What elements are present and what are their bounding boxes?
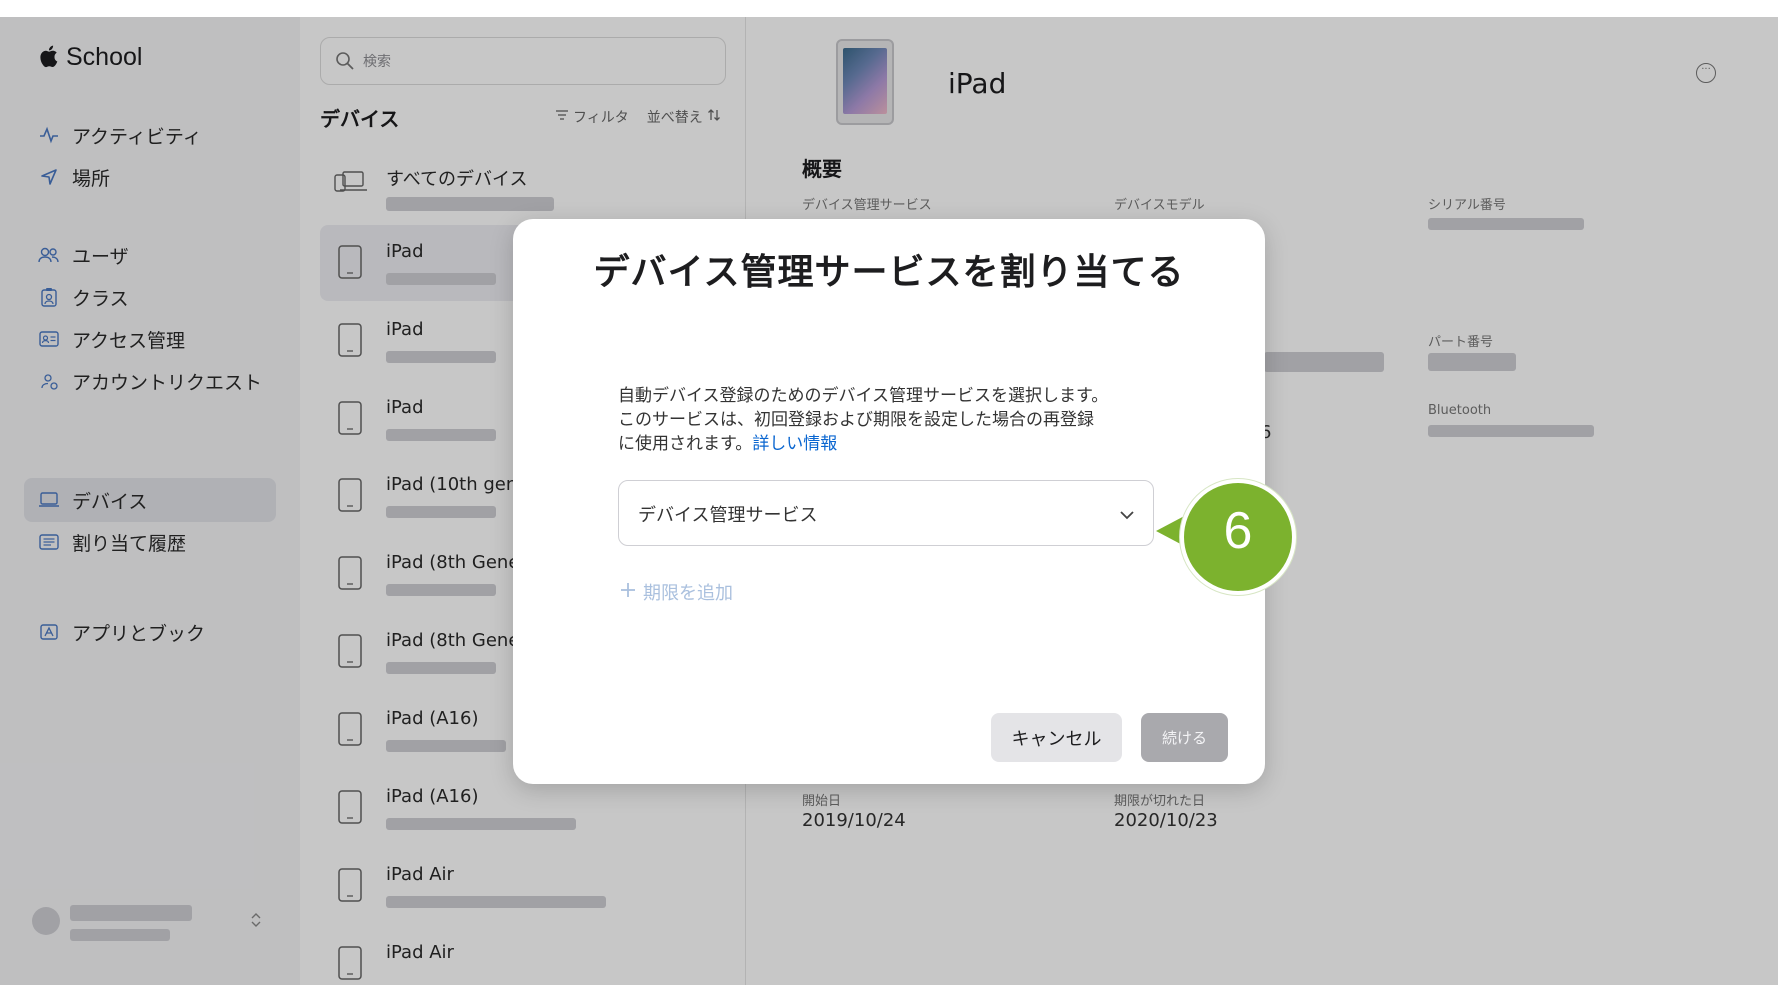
- app-window: School アクティビティ 場所 ユーザ クラス アクセス管理 アカウントリク…: [0, 17, 1778, 985]
- cancel-button[interactable]: キャンセル: [991, 713, 1122, 762]
- add-period-label: 期限を追加: [643, 583, 733, 604]
- continue-button[interactable]: 続ける: [1141, 713, 1228, 762]
- description-line: に使用されます。: [618, 434, 753, 454]
- dialog-description: 自動デバイス登録のためのデバイス管理サービスを選択します。 このサービスは、初回…: [618, 384, 1178, 456]
- dialog-title: デバイス管理サービスを割り当てる: [593, 252, 1185, 293]
- mdm-service-select[interactable]: デバイス管理サービス: [618, 480, 1154, 546]
- add-period-button[interactable]: 期限を追加: [619, 579, 733, 605]
- plus-icon: [619, 581, 637, 604]
- learn-more-link[interactable]: 詳しい情報: [752, 434, 837, 454]
- step-callout: 6: [1180, 479, 1296, 595]
- select-value: デバイス管理サービス: [638, 505, 818, 526]
- assign-mdm-dialog: デバイス管理サービスを割り当てる 自動デバイス登録のためのデバイス管理サービスを…: [513, 219, 1265, 784]
- step-number: 6: [1223, 502, 1253, 560]
- description-line: 自動デバイス登録のためのデバイス管理サービスを選択します。: [618, 386, 1109, 406]
- description-line: このサービスは、初回登録および期限を設定した場合の再登録: [618, 410, 1094, 430]
- chevron-down-icon: [1119, 505, 1135, 524]
